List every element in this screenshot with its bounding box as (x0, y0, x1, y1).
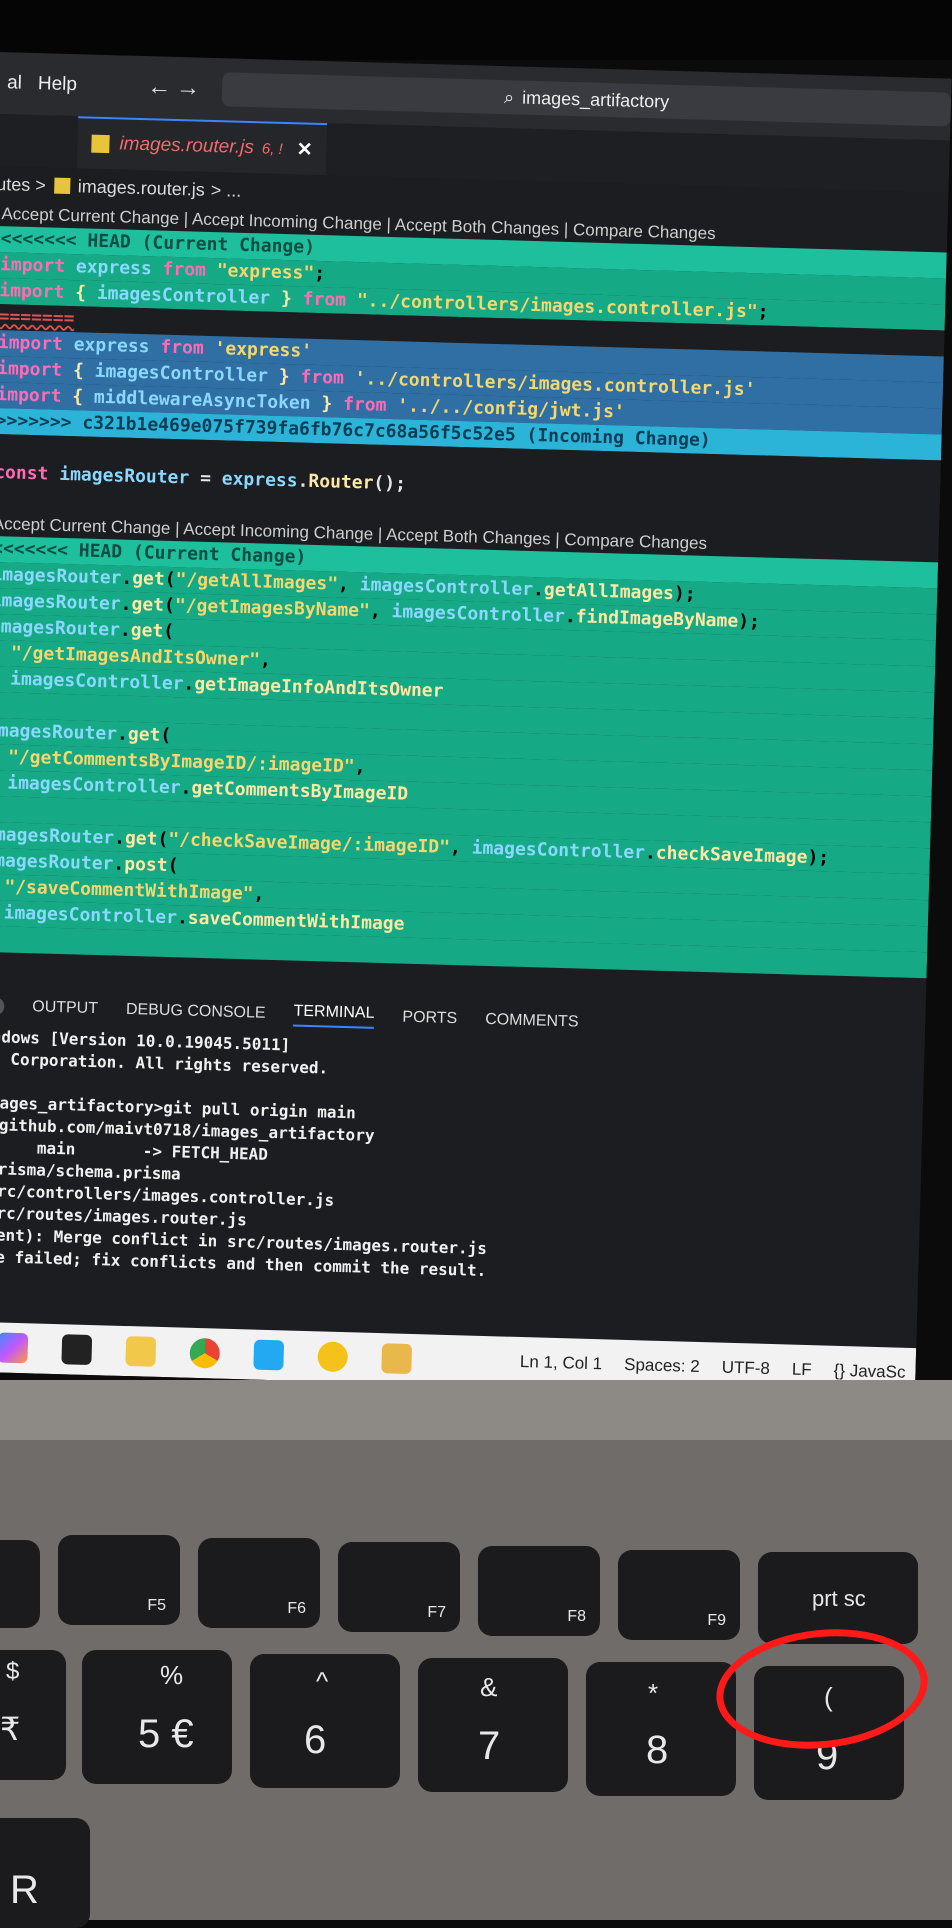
chrome-icon[interactable] (189, 1337, 221, 1369)
code-editor[interactable]: Accept Current Change | Accept Incoming … (0, 202, 947, 979)
key-r[interactable]: R (0, 1818, 90, 1928)
key-f7[interactable]: F7 (338, 1542, 460, 1632)
key-f8[interactable]: F8 (478, 1546, 600, 1636)
tab-images-router[interactable]: images.router.js 6, ! ✕ (76, 116, 328, 176)
tab-label: images.router.js (119, 133, 255, 159)
menu-item-help[interactable]: Help (30, 73, 86, 97)
tab-terminal[interactable]: TERMINAL (293, 1002, 375, 1029)
vscode-icon[interactable] (253, 1339, 285, 1371)
laptop-screen: al Help ← → ⌕ images_artifactory images.… (0, 52, 952, 1399)
status-bar: Ln 1, Col 1 Spaces: 2 UTF-8 LF {} JavaSc (520, 1352, 916, 1383)
file-explorer-icon[interactable] (125, 1336, 157, 1367)
close-icon[interactable]: ✕ (296, 138, 313, 161)
tab-ports[interactable]: PORTS (402, 1009, 457, 1029)
command-search-box[interactable]: ⌕ images_artifactory (221, 72, 952, 127)
key-f4[interactable] (0, 1540, 40, 1628)
line-ending[interactable]: LF (792, 1360, 812, 1381)
breadcrumb-symbol[interactable]: > ... (211, 179, 242, 201)
tab-debug-console[interactable]: DEBUG CONSOLE (126, 1001, 266, 1023)
javascript-file-icon (91, 134, 110, 154)
encoding[interactable]: UTF-8 (721, 1358, 770, 1379)
copilot-icon[interactable] (0, 1332, 29, 1364)
search-text: images_artifactory (521, 87, 670, 112)
breadcrumb-folder[interactable]: utes > (0, 173, 46, 195)
forward-button[interactable]: → (173, 74, 203, 103)
key-f6[interactable]: F6 (198, 1538, 320, 1628)
key-f5[interactable]: F5 (58, 1535, 180, 1625)
search-icon: ⌕ (503, 86, 515, 107)
tab-comments[interactable]: COMMENTS (485, 1011, 579, 1032)
terminal-app-icon[interactable] (61, 1334, 93, 1366)
key-7[interactable]: & 7 (418, 1658, 568, 1792)
terminal-output[interactable]: Windows [Version 10.0.19045.5011] oft Co… (0, 1026, 924, 1294)
key-f9[interactable]: F9 (618, 1550, 740, 1640)
javascript-file-icon (53, 177, 71, 194)
app-icon[interactable] (381, 1343, 413, 1374)
menu-item-terminal[interactable]: al (0, 72, 30, 95)
key-6[interactable]: ^ 6 (250, 1654, 400, 1788)
screen-bezel (0, 0, 952, 60)
back-button[interactable]: ← (145, 73, 175, 102)
breadcrumb-file[interactable]: images.router.js (78, 176, 206, 201)
key-5[interactable]: % 5 € (82, 1650, 232, 1784)
key-4[interactable]: $ ₹ (0, 1650, 66, 1780)
tab-output[interactable]: OUTPUT (32, 998, 98, 1018)
indentation[interactable]: Spaces: 2 (624, 1355, 700, 1377)
app-icon[interactable] (317, 1341, 349, 1373)
problems-count-badge: 6 (0, 996, 5, 1016)
key-8[interactable]: * 8 (586, 1662, 736, 1796)
cursor-position[interactable]: Ln 1, Col 1 (520, 1352, 603, 1374)
problems-badge: 6, ! (261, 139, 283, 158)
